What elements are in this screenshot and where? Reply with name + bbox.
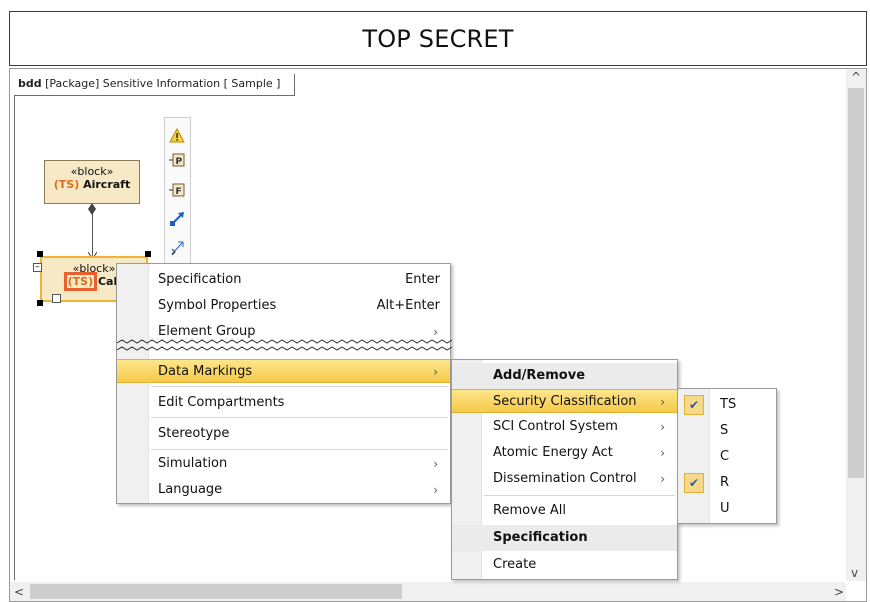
menu-item-label: Stereotype	[158, 426, 230, 441]
scroll-left-arrow[interactable]: <	[14, 585, 24, 599]
menu-item-label: C	[720, 449, 730, 464]
submenu-arrow-icon: ›	[433, 365, 438, 379]
submenu-arrow-icon: ›	[660, 395, 665, 409]
screen: TOP SECRET bdd [Package] Sensitive Infor…	[0, 0, 870, 602]
menu-item-label: S	[720, 423, 729, 438]
svg-text:P: P	[176, 157, 183, 167]
context-menu: Specification Enter Symbol Properties Al…	[116, 263, 452, 504]
menu-item-dissemination-control[interactable]: Dissemination Control ›	[452, 467, 677, 491]
svg-text:F: F	[176, 187, 182, 197]
menu-item-s[interactable]: S	[678, 419, 776, 443]
data-markings-submenu: Add/Remove Security Classification › SCI…	[451, 359, 678, 580]
menu-header-add-remove: Add/Remove	[452, 363, 677, 389]
submenu-arrow-icon: ›	[433, 483, 438, 497]
security-classification-submenu: ✔ TS S C ✔ R U	[677, 388, 777, 524]
classification-banner: TOP SECRET	[9, 11, 867, 66]
block-name-line: (TS) Aircraft	[45, 178, 139, 191]
port-icon[interactable]: P	[169, 152, 185, 168]
menu-item-label: Simulation	[158, 456, 228, 471]
collapse-icon[interactable]: –	[33, 263, 42, 272]
menu-separator	[151, 449, 448, 450]
submenu-arrow-icon: ›	[433, 457, 438, 471]
menu-item-atomic-energy-act[interactable]: Atomic Energy Act ›	[452, 441, 677, 465]
menu-truncation-break	[117, 339, 452, 351]
menu-item-label: Symbol Properties	[158, 298, 277, 313]
menu-item-edit-compartments[interactable]: Edit Compartments	[117, 391, 450, 415]
scroll-right-arrow[interactable]: >	[834, 585, 844, 599]
menu-header-label: Specification	[493, 530, 588, 545]
composition-icon[interactable]	[169, 240, 185, 256]
menu-separator	[151, 417, 448, 418]
vertical-scroll-thumb[interactable]	[848, 88, 864, 478]
menu-item-specification[interactable]: Specification Enter	[117, 268, 450, 292]
diagram-frame-tab: bdd [Package] Sensitive Information [ Sa…	[14, 74, 296, 96]
warning-icon[interactable]	[169, 127, 185, 143]
menu-item-sci-control-system[interactable]: SCI Control System ›	[452, 415, 677, 439]
block-name: Aircraft	[83, 178, 131, 191]
menu-separator	[484, 495, 675, 496]
menu-item-c[interactable]: C	[678, 445, 776, 469]
menu-item-remove-all[interactable]: Remove All	[452, 499, 677, 523]
menu-item-label: Remove All	[493, 503, 567, 518]
menu-header-specification: Specification	[452, 525, 677, 551]
menu-item-label: Language	[158, 482, 223, 497]
checkmark-icon: ✔	[684, 395, 704, 415]
menu-item-language[interactable]: Language ›	[117, 478, 450, 502]
menu-item-shortcut: Enter	[405, 272, 440, 287]
flow-port-icon[interactable]: F	[169, 182, 185, 198]
selection-handle[interactable]	[145, 251, 151, 257]
selection-handle[interactable]	[37, 251, 43, 257]
menu-item-ts[interactable]: ✔ TS	[678, 393, 776, 417]
submenu-arrow-icon: ›	[660, 420, 665, 434]
horizontal-scroll-thumb[interactable]	[30, 584, 402, 599]
menu-item-data-markings[interactable]: Data Markings ›	[117, 359, 450, 383]
frame-name: [Package] Sensitive Information [ Sample…	[45, 77, 281, 90]
frame-kind: bdd	[18, 77, 42, 90]
menu-item-simulation[interactable]: Simulation ›	[117, 452, 450, 476]
banner-title: TOP SECRET	[362, 24, 514, 53]
menu-item-label: Dissemination Control	[493, 471, 637, 486]
menu-item-label: SCI Control System	[493, 419, 618, 434]
block-stereotype: «block»	[70, 165, 114, 178]
menu-item-create[interactable]: Create	[452, 553, 677, 577]
menu-item-security-classification[interactable]: Security Classification ›	[452, 389, 677, 413]
generalization-icon[interactable]	[169, 211, 185, 227]
checkmark-icon: ✔	[684, 473, 704, 493]
menu-item-stereotype[interactable]: Stereotype	[117, 422, 450, 446]
block-aircraft[interactable]: «block» (TS) Aircraft	[44, 160, 140, 204]
scroll-down-arrow[interactable]: v	[851, 566, 858, 580]
composition-diamond-icon	[88, 203, 96, 215]
menu-item-label: R	[720, 475, 730, 490]
menu-item-label: Edit Compartments	[158, 395, 285, 410]
resize-icon[interactable]	[52, 294, 61, 303]
menu-item-label: Atomic Energy Act	[493, 445, 613, 460]
menu-item-shortcut: Alt+Enter	[376, 298, 440, 313]
selection-handle[interactable]	[37, 300, 43, 306]
classification-marking: (TS)	[63, 272, 98, 291]
classification-marking: (TS)	[53, 178, 80, 191]
menu-separator	[151, 386, 448, 387]
menu-item-label: Create	[493, 557, 537, 572]
menu-item-r[interactable]: ✔ R	[678, 471, 776, 495]
submenu-arrow-icon: ›	[660, 446, 665, 460]
menu-item-label: U	[720, 501, 730, 516]
submenu-arrow-icon: ›	[660, 472, 665, 486]
scroll-up-arrow[interactable]: ^	[851, 70, 861, 84]
menu-item-label: Security Classification	[493, 394, 637, 409]
menu-item-symbol-properties[interactable]: Symbol Properties Alt+Enter	[117, 294, 450, 318]
menu-item-u[interactable]: U	[678, 497, 776, 521]
menu-item-label: Data Markings	[158, 364, 253, 379]
menu-header-label: Add/Remove	[493, 368, 586, 383]
menu-item-label: TS	[720, 397, 737, 412]
menu-item-label: Specification	[158, 272, 242, 287]
